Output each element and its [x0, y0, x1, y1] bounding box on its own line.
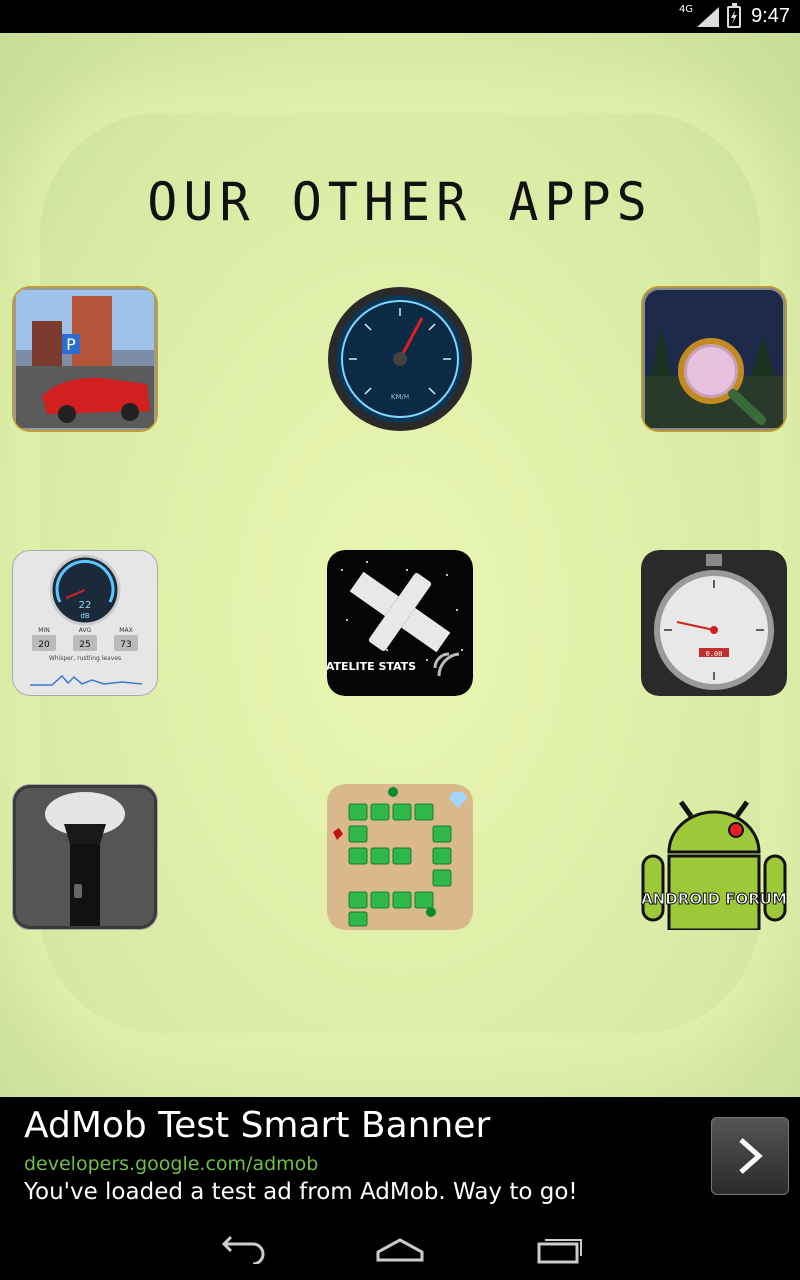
- speedometer-app-icon[interactable]: KM/H: [327, 286, 473, 432]
- sound-unit: dB: [80, 612, 89, 620]
- app-list-screen: OUR OTHER APPS P KM/H 22 dB MIN AVG MAX …: [0, 33, 800, 1097]
- sound-meter-app-icon[interactable]: 22 dB MIN AVG MAX 20 25 73 Whisper, rust…: [12, 550, 158, 696]
- hidden-object-app-icon[interactable]: [641, 286, 787, 432]
- parking-app-icon[interactable]: P: [12, 286, 158, 432]
- stat-value-max: 73: [120, 640, 131, 650]
- stat-label-min: MIN: [38, 627, 49, 634]
- recent-apps-icon: [537, 1238, 582, 1263]
- home-icon: [376, 1237, 424, 1261]
- navigation-bar: [0, 1217, 800, 1280]
- page-title: OUR OTHER APPS: [147, 171, 653, 233]
- stopwatch-app-icon[interactable]: 0.00: [641, 550, 787, 696]
- back-button[interactable]: [210, 1229, 270, 1269]
- status-bar: 4G 9:47: [0, 0, 800, 33]
- parking-sign: P: [66, 335, 76, 354]
- speed-unit-label: KM/H: [391, 393, 409, 401]
- sound-readout: 22: [79, 600, 92, 611]
- satellite-label: SATELITE STATS: [327, 660, 416, 673]
- ad-open-button[interactable]: [711, 1117, 789, 1195]
- stat-value-min: 20: [38, 640, 50, 650]
- ad-url[interactable]: developers.google.com/admob: [24, 1153, 318, 1175]
- sound-caption: Whisper, rustling leaves: [49, 655, 121, 662]
- recent-apps-button[interactable]: [530, 1229, 590, 1269]
- stat-label-avg: AVG: [79, 627, 92, 634]
- android-forum-app-icon[interactable]: ANDROID FORUM: [641, 784, 787, 930]
- back-icon: [221, 1235, 265, 1264]
- stat-value-avg: 25: [79, 640, 90, 650]
- ad-text: You've loaded a test ad from AdMob. Way …: [24, 1179, 578, 1205]
- ad-banner[interactable]: AdMob Test Smart Banner developers.googl…: [0, 1097, 800, 1217]
- ad-title[interactable]: AdMob Test Smart Banner: [24, 1105, 490, 1146]
- status-time: 9:47: [751, 5, 790, 27]
- chevron-right-icon: [739, 1138, 763, 1174]
- network-type: 4G: [678, 4, 694, 15]
- battery-icon: [727, 2, 742, 28]
- flashlight-app-icon[interactable]: [12, 784, 158, 930]
- stat-label-max: MAX: [119, 627, 132, 634]
- home-button[interactable]: [370, 1229, 430, 1269]
- signal-icon: [695, 6, 721, 27]
- android-forum-label: ANDROID FORUM: [641, 890, 787, 908]
- snake-puzzle-app-icon[interactable]: [327, 784, 473, 930]
- satellite-stats-app-icon[interactable]: SATELITE STATS: [327, 550, 473, 696]
- stopwatch-readout: 0.00: [706, 650, 723, 658]
